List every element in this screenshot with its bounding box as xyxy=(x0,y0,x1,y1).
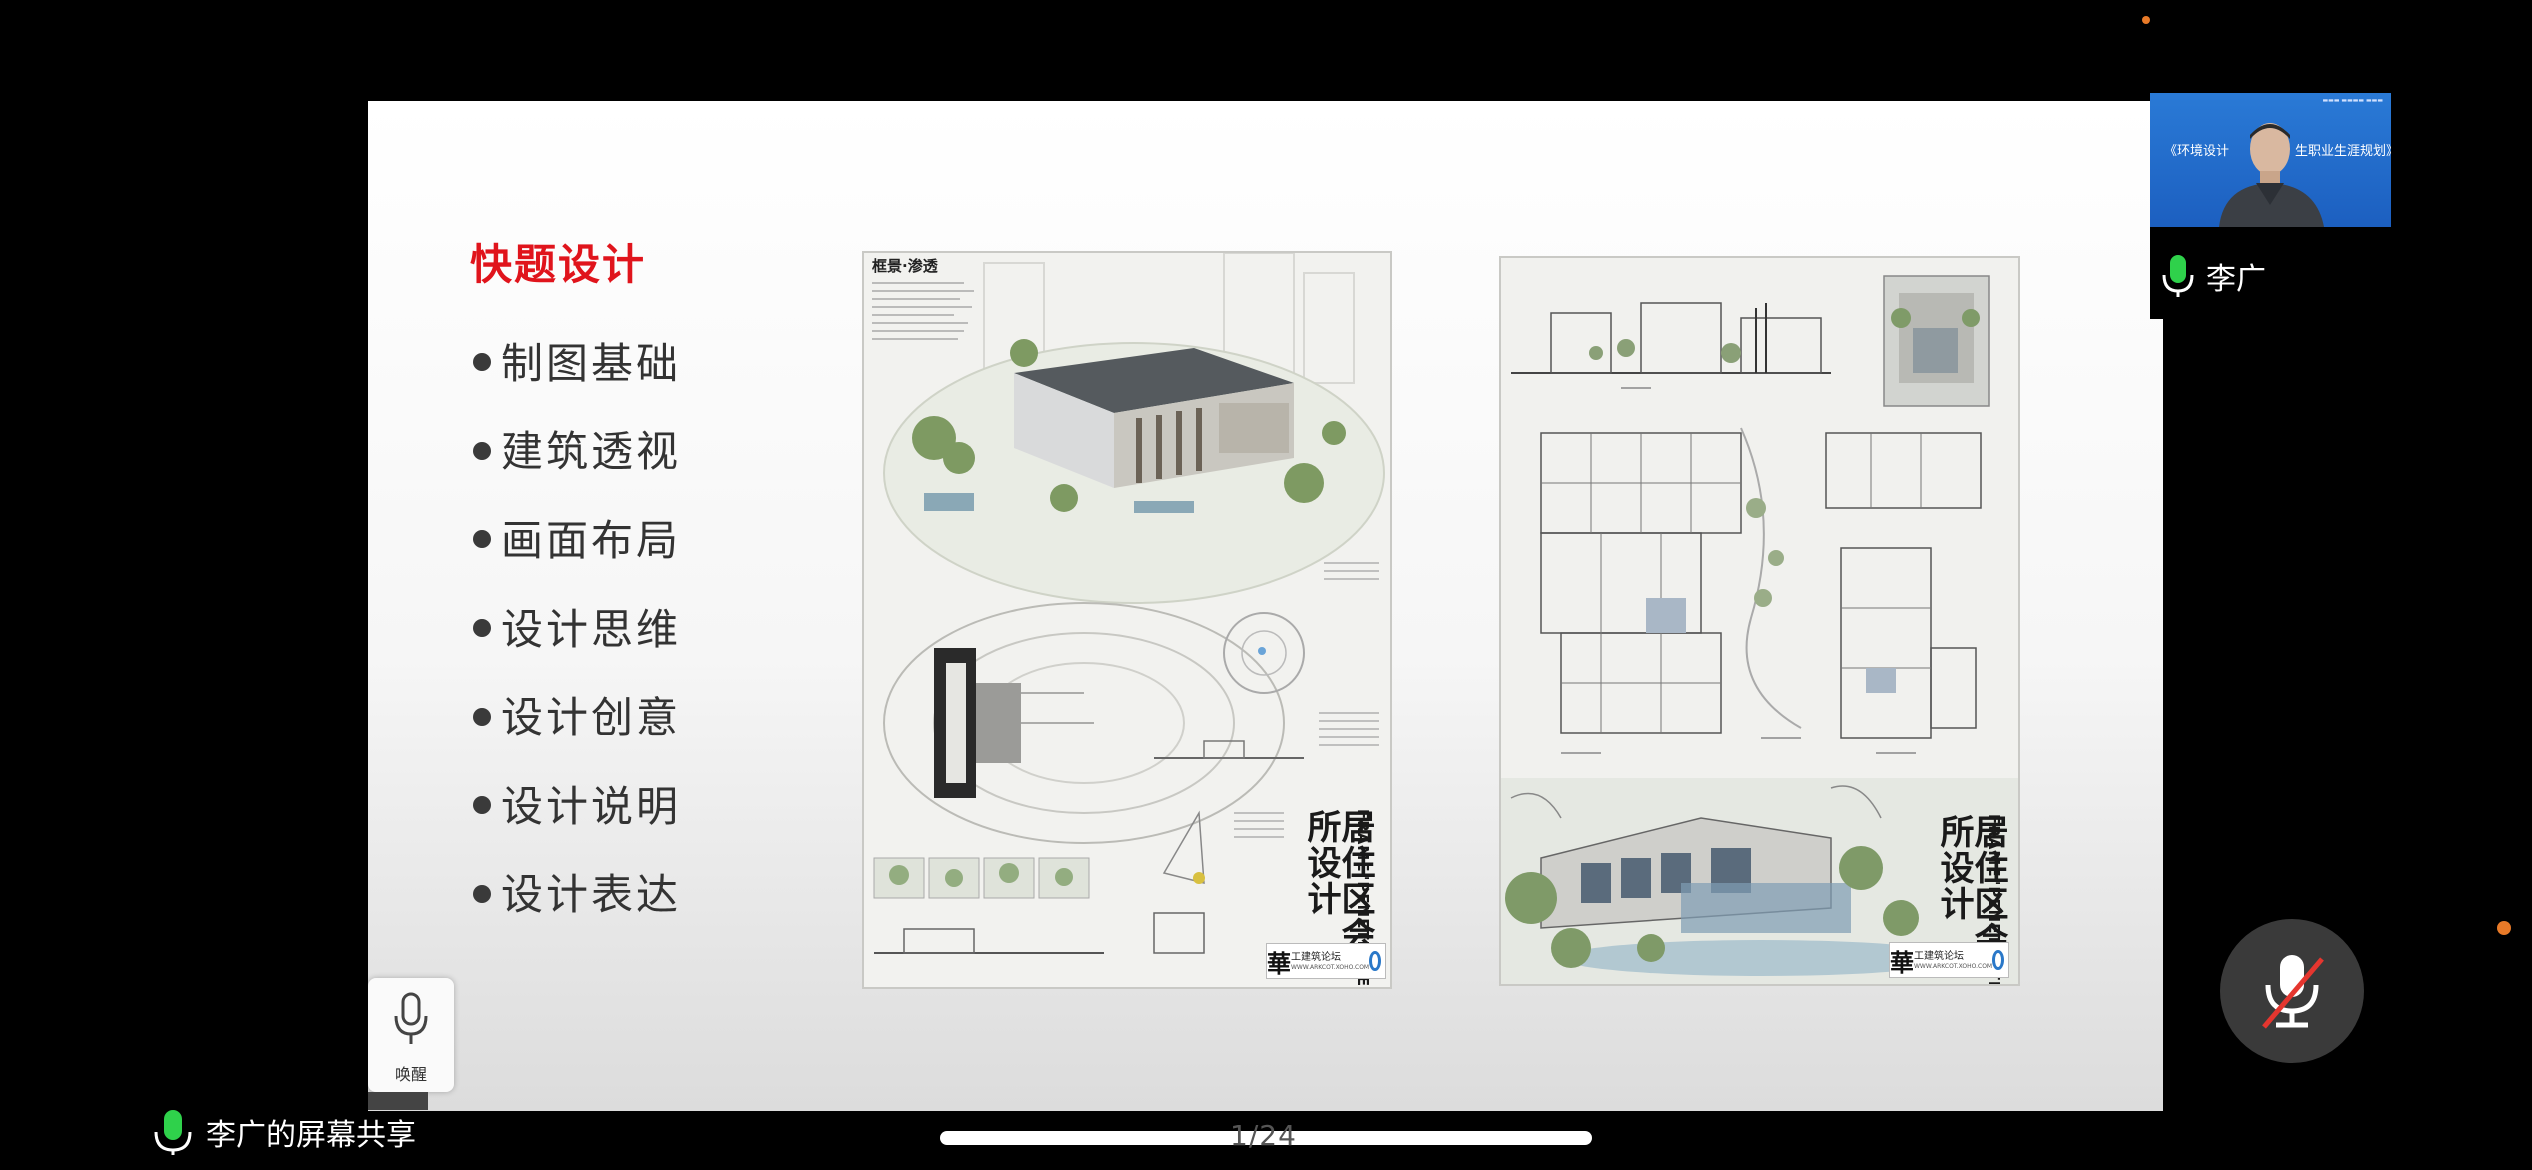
poster-heading: 框景·渗透 xyxy=(872,257,938,275)
poster-logo-character: 華 xyxy=(1267,949,1291,978)
microphone-icon xyxy=(394,992,428,1044)
bullet-dot-icon xyxy=(473,707,491,726)
slide-bullet: 设计表达 xyxy=(473,848,681,937)
slide-title: 快题设计 xyxy=(470,240,647,289)
poster-logo-mark-icon xyxy=(1992,950,2004,970)
video-header-decoration: ▬▬▬ ▬▬▬▬ ▬▬▬ xyxy=(2322,97,2383,104)
meeting-screen: 快题设计 制图基础 建筑透视 画面布局 设计思维 设计创意 设计说明 设计表达 xyxy=(0,0,2532,1170)
participant-name: 李广 xyxy=(2206,262,2266,297)
slide-bullet: 制图基础 xyxy=(473,316,681,405)
participant-person xyxy=(2219,123,2324,227)
participant-video-tile[interactable]: ▬▬▬ ▬▬▬▬ ▬▬▬ 《环境设计 生职业生涯规划》 李广 xyxy=(2150,93,2391,319)
slide-bullet: 设计创意 xyxy=(473,670,681,759)
mute-microphone-button[interactable] xyxy=(2220,919,2364,1063)
recording-indicator-icon xyxy=(2497,921,2511,935)
design-poster-right: 居住区会所设计 FRAME"PENETRATE 華 工建筑论坛 WWW.ARKC… xyxy=(1499,256,2020,986)
slide-page-indicator: 1/24 xyxy=(1230,1119,1297,1152)
slide-bullet: 设计思维 xyxy=(473,582,681,671)
slide-bullet-list: 制图基础 建筑透视 画面布局 设计思维 设计创意 设计说明 设计表达 xyxy=(473,316,681,936)
slide-bullet-text: 设计说明 xyxy=(501,781,682,831)
screen-share-text: 李广的屏幕共享 xyxy=(206,1118,416,1153)
participant-name-row: 李广 xyxy=(2160,253,2266,299)
poster-logo-character: 華 xyxy=(1890,948,1914,977)
poster-logo-mark-icon xyxy=(1369,951,1381,971)
poster-logo: 華 工建筑论坛 WWW.ARKCOT.XOHO.COM xyxy=(1266,943,1386,979)
slide-bullet-text: 制图基础 xyxy=(501,338,682,388)
shared-slide: 快题设计 制图基础 建筑透视 画面布局 设计思维 设计创意 设计说明 设计表达 xyxy=(368,101,2163,1111)
slide-bullet-text: 设计思维 xyxy=(501,604,682,654)
slide-bullet-text: 设计表达 xyxy=(501,870,682,920)
bullet-dot-icon xyxy=(473,619,491,638)
bullet-dot-icon xyxy=(473,353,491,372)
slide-bullet-text: 设计创意 xyxy=(501,693,682,743)
microphone-muted-icon xyxy=(2262,955,2324,1029)
status-dot-icon xyxy=(2142,16,2150,24)
bullet-dot-icon xyxy=(473,884,491,903)
slide-bullet-text: 画面布局 xyxy=(501,515,682,565)
slide-bullet: 设计说明 xyxy=(473,759,681,848)
poster-logo-url: WWW.ARKCOT.XOHO.COM xyxy=(1914,962,1993,970)
poster-logo-text: 工建筑论坛 xyxy=(1291,951,1341,963)
slide-bullet: 画面布局 xyxy=(473,493,681,582)
voice-wake-widget[interactable]: 唤醒 xyxy=(368,978,454,1092)
participant-video: ▬▬▬ ▬▬▬▬ ▬▬▬ 《环境设计 生职业生涯规划》 xyxy=(2150,93,2391,227)
bullet-dot-icon xyxy=(473,441,491,460)
design-poster-left: 框景·渗透 居住区会所设计 FRAME"PENETRATE 華 工建筑论坛 WW… xyxy=(862,251,1392,989)
voice-wake-label: 唤醒 xyxy=(394,1065,427,1084)
slide-bullet: 建筑透视 xyxy=(473,405,681,494)
poster-logo-url: WWW.ARKCOT.XOHO.COM xyxy=(1291,963,1370,971)
bullet-dot-icon xyxy=(473,796,491,815)
slide-bullet-text: 建筑透视 xyxy=(501,427,682,477)
bullet-dot-icon xyxy=(473,530,491,549)
microphone-active-icon xyxy=(2162,255,2194,297)
poster-logo: 華 工建筑论坛 WWW.ARKCOT.XOHO.COM xyxy=(1889,942,2009,978)
microphone-active-icon xyxy=(154,1110,192,1155)
screen-share-label: 李广的屏幕共享 xyxy=(152,1108,416,1156)
poster-logo-text: 工建筑论坛 xyxy=(1914,950,1964,962)
